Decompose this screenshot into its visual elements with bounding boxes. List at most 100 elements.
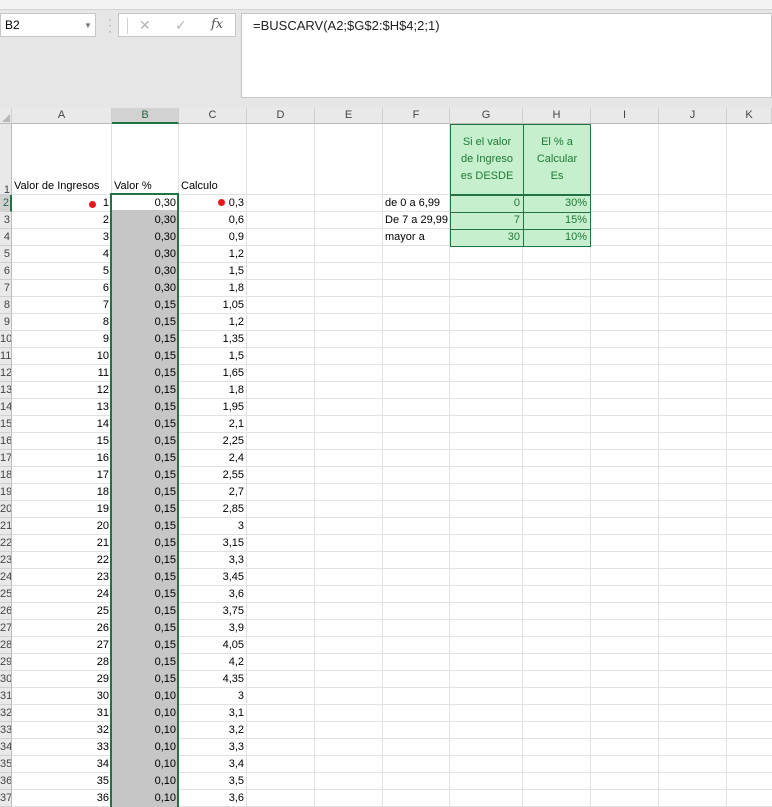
cell-valor-ingreso[interactable]: 16 <box>12 450 112 467</box>
header-pct-calcular[interactable]: El % a Calcular Es <box>523 124 591 195</box>
cell-valor-ingreso[interactable]: 9 <box>12 331 112 348</box>
cell-calculo[interactable]: 3,1 <box>179 705 247 722</box>
cell-calculo[interactable]: 1,35 <box>179 331 247 348</box>
row-header-2[interactable]: 2 <box>0 195 12 212</box>
cell-calculo[interactable]: 3,4 <box>179 756 247 773</box>
cell-valor-pct[interactable]: 0,10 <box>112 688 179 705</box>
lookup-desde-cell[interactable]: 7 <box>450 212 524 230</box>
insert-function-icon[interactable]: fx <box>211 17 223 32</box>
lookup-pct-cell[interactable]: 15% <box>523 212 591 230</box>
cell-calculo[interactable]: 2,1 <box>179 416 247 433</box>
cell-valor-ingreso[interactable]: 10 <box>12 348 112 365</box>
cell-valor-pct[interactable]: 0,15 <box>112 399 179 416</box>
cell-valor-pct[interactable]: 0,15 <box>112 382 179 399</box>
cell-valor-ingreso[interactable]: 15 <box>12 433 112 450</box>
cell-calculo[interactable]: 3,6 <box>179 790 247 807</box>
cell-calculo[interactable]: 4,2 <box>179 654 247 671</box>
cell-valor-pct[interactable]: 0,30 <box>112 229 179 246</box>
row-header-15[interactable]: 15 <box>0 416 12 433</box>
cell-valor-pct[interactable]: 0,15 <box>112 297 179 314</box>
cell-valor-ingreso[interactable]: 32 <box>12 722 112 739</box>
cell-valor-pct[interactable]: 0,10 <box>112 756 179 773</box>
cell-calculo[interactable]: 3,45 <box>179 569 247 586</box>
cell-valor-pct[interactable]: 0,15 <box>112 518 179 535</box>
column-header-e[interactable]: E <box>315 108 383 124</box>
cell-calculo[interactable]: 2,7 <box>179 484 247 501</box>
cell-valor-pct[interactable]: 0,15 <box>112 637 179 654</box>
cell-calculo[interactable]: 0,6 <box>179 212 247 229</box>
cell-valor-ingreso[interactable]: 6 <box>12 280 112 297</box>
drag-handle-icon[interactable]: · · · <box>107 13 113 37</box>
cell-valor-pct[interactable]: 0,30 <box>112 246 179 263</box>
row-header-19[interactable]: 19 <box>0 484 12 501</box>
header-desde[interactable]: Si el valor de Ingreso es DESDE <box>450 124 524 195</box>
cell-calculo[interactable]: 1,95 <box>179 399 247 416</box>
cell-calculo[interactable]: 2,85 <box>179 501 247 518</box>
cell-valor-ingreso[interactable]: 3 <box>12 229 112 246</box>
cell-valor-ingreso[interactable]: 12 <box>12 382 112 399</box>
cell-calculo[interactable]: 3,5 <box>179 773 247 790</box>
cell-calculo[interactable]: 3 <box>179 688 247 705</box>
row-header-13[interactable]: 13 <box>0 382 12 399</box>
header-valor-pct[interactable]: Valor % <box>112 178 178 195</box>
enter-icon[interactable]: ✓ <box>175 17 187 34</box>
cell-valor-pct[interactable]: 0,15 <box>112 552 179 569</box>
chevron-down-icon[interactable]: ▼ <box>81 21 95 30</box>
row-header-35[interactable]: 35 <box>0 756 12 773</box>
cell-calculo[interactable]: 4,05 <box>179 637 247 654</box>
cell-calculo[interactable]: 1,5 <box>179 263 247 280</box>
cell-valor-pct[interactable]: 0,15 <box>112 535 179 552</box>
cell-calculo[interactable]: 3,15 <box>179 535 247 552</box>
cell-valor-ingreso[interactable]: 19 <box>12 501 112 518</box>
row-header-11[interactable]: 11 <box>0 348 12 365</box>
column-header-f[interactable]: F <box>383 108 450 124</box>
cell-valor-pct[interactable]: 0,15 <box>112 331 179 348</box>
cell-valor-ingreso[interactable]: 4 <box>12 246 112 263</box>
cell-valor-ingreso[interactable]: 14 <box>12 416 112 433</box>
cell-valor-pct[interactable]: 0,15 <box>112 586 179 603</box>
cell-valor-ingreso[interactable]: 5 <box>12 263 112 280</box>
cell-valor-ingreso[interactable]: 29 <box>12 671 112 688</box>
column-header-k[interactable]: K <box>727 108 772 124</box>
row-header-23[interactable]: 23 <box>0 552 12 569</box>
name-box-value[interactable]: B2 <box>1 18 81 32</box>
cell-valor-pct[interactable]: 0,15 <box>112 348 179 365</box>
row-header-6[interactable]: 6 <box>0 263 12 280</box>
cell-calculo[interactable]: 3 <box>179 518 247 535</box>
lookup-label[interactable]: de 0 a 6,99 <box>383 195 450 212</box>
cell-calculo[interactable]: 1,05 <box>179 297 247 314</box>
column-header-c[interactable]: C <box>179 108 247 124</box>
cell-valor-ingreso[interactable]: 18 <box>12 484 112 501</box>
cell-valor-ingreso[interactable]: 24 <box>12 586 112 603</box>
cell-valor-pct[interactable]: 0,15 <box>112 484 179 501</box>
cell-valor-ingreso[interactable]: 8 <box>12 314 112 331</box>
cell-valor-pct[interactable]: 0,15 <box>112 467 179 484</box>
lookup-pct-cell[interactable]: 10% <box>523 229 591 247</box>
cell-calculo[interactable]: 3,9 <box>179 620 247 637</box>
cell-calculo[interactable]: 4,35 <box>179 671 247 688</box>
cell-valor-pct[interactable]: 0,15 <box>112 671 179 688</box>
cell-calculo[interactable]: 1,5 <box>179 348 247 365</box>
cell-valor-pct[interactable]: 0,15 <box>112 603 179 620</box>
cell-valor-ingreso[interactable]: 34 <box>12 756 112 773</box>
row-header-21[interactable]: 21 <box>0 518 12 535</box>
cell-valor-pct[interactable]: 0,15 <box>112 433 179 450</box>
cell-valor-pct[interactable]: 0,30 <box>112 280 179 297</box>
cell-valor-ingreso[interactable]: 22 <box>12 552 112 569</box>
lookup-pct-cell[interactable]: 30% <box>523 195 591 213</box>
cell-valor-ingreso[interactable]: 17 <box>12 467 112 484</box>
row-header-29[interactable]: 29 <box>0 654 12 671</box>
cell-valor-pct[interactable]: 0,10 <box>112 773 179 790</box>
cell-valor-pct[interactable]: 0,30 <box>112 263 179 280</box>
cell-calculo[interactable]: 2,55 <box>179 467 247 484</box>
cell-valor-pct[interactable]: 0,15 <box>112 501 179 518</box>
cell-valor-pct[interactable]: 0,10 <box>112 705 179 722</box>
cell-valor-ingreso[interactable]: 31 <box>12 705 112 722</box>
cell-calculo[interactable]: 3,6 <box>179 586 247 603</box>
row-header-32[interactable]: 32 <box>0 705 12 722</box>
lookup-desde-cell[interactable]: 0 <box>450 195 524 213</box>
column-header-h[interactable]: H <box>523 108 591 124</box>
cell-valor-ingreso[interactable]: 36 <box>12 790 112 807</box>
row-header-4[interactable]: 4 <box>0 229 12 246</box>
cell-valor-pct[interactable]: 0,15 <box>112 365 179 382</box>
